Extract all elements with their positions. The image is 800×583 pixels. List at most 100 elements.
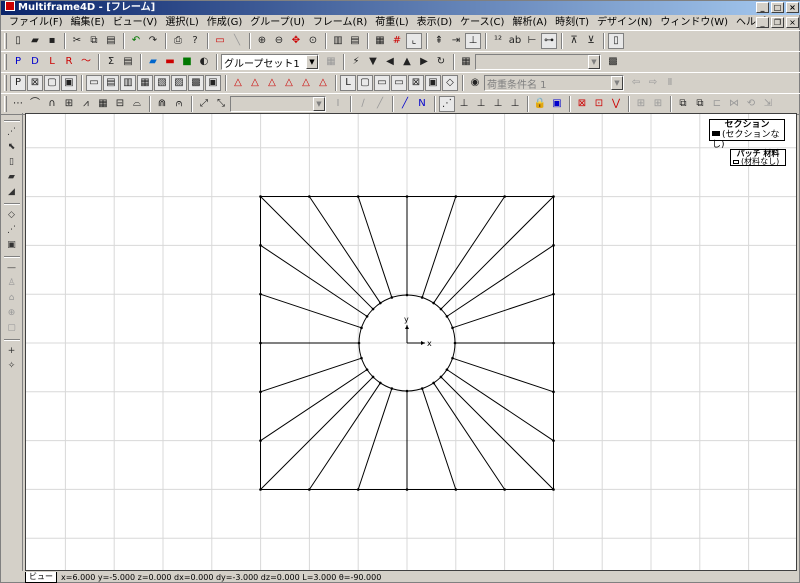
display-plan-icon[interactable]: ▥ <box>120 75 136 91</box>
section-dropdown[interactable]: ▼ <box>230 96 326 112</box>
doc-minimize-icon[interactable]: _ <box>756 17 769 28</box>
star-node-icon[interactable]: ✧ <box>4 359 20 373</box>
zoom-extents-icon[interactable]: ⊙ <box>305 33 321 49</box>
node-snap-icon[interactable]: ⋰ <box>439 96 455 112</box>
display-plot-icon[interactable]: P <box>10 75 26 91</box>
section-view-icon[interactable]: ▬ <box>162 54 178 70</box>
select-diagonal-icon[interactable]: ⊠ <box>574 96 590 112</box>
display-3d-icon[interactable]: ▨ <box>171 75 187 91</box>
maximize-icon[interactable]: □ <box>771 2 784 13</box>
warning-icon[interactable]: △ <box>315 75 331 91</box>
member-arc-icon[interactable]: ⌒ <box>27 96 43 112</box>
line-tool-icon[interactable]: ╲ <box>229 33 245 49</box>
frame-bay-icon[interactable]: ⊞ <box>61 96 77 112</box>
node-pair-icon[interactable]: ⋰ <box>4 223 20 237</box>
eraser-icon[interactable]: ◇ <box>4 208 20 222</box>
warning-icon[interactable]: △ <box>230 75 246 91</box>
show-nodes-icon[interactable]: ⇞ <box>431 33 447 49</box>
grid-icon[interactable]: ▦ <box>372 33 388 49</box>
load-case-icon[interactable]: ◉ <box>467 75 483 91</box>
label-box-icon[interactable]: ▢ <box>357 75 373 91</box>
lock-icon[interactable]: 🔒 <box>532 96 548 112</box>
minimize-icon[interactable]: _ <box>756 2 769 13</box>
mirror-icon[interactable]: ⋈ <box>726 96 742 112</box>
menu-group[interactable]: グループ(U) <box>246 16 309 30</box>
shaded-view-icon[interactable]: ■ <box>179 54 195 70</box>
angle-icon[interactable]: ∕ <box>355 96 371 112</box>
menu-display[interactable]: 表示(D) <box>413 16 457 30</box>
chevron-down-icon[interactable]: ▼ <box>611 76 623 90</box>
display-elevation-icon[interactable]: ▤ <box>103 75 119 91</box>
label-value-icon[interactable]: ▭ <box>374 75 390 91</box>
target-icon[interactable]: ⊕ <box>4 306 20 320</box>
toolbar-grip[interactable] <box>4 75 7 91</box>
frame-view-icon[interactable]: P <box>10 54 26 70</box>
portal-icon[interactable]: ⋒ <box>154 96 170 112</box>
restraint-icon[interactable]: ⊼ <box>566 33 582 49</box>
node-width-icon[interactable]: ⊥ <box>490 96 506 112</box>
group-grid-icon[interactable]: ▦ <box>323 54 339 70</box>
toolbar-grip[interactable] <box>4 54 7 70</box>
diagonal-select-icon[interactable]: ⤢ <box>196 96 212 112</box>
menu-file[interactable]: ファイル(F) <box>5 16 67 30</box>
box-icon[interactable]: ▢ <box>4 321 20 335</box>
view-tab[interactable]: ビュー <box>25 571 57 583</box>
rotate-icon[interactable]: ⟲ <box>743 96 759 112</box>
member-ends-icon[interactable]: ⊶ <box>541 33 557 49</box>
house-icon[interactable]: ⌂ <box>4 291 20 305</box>
load-bolt-icon[interactable]: ⚡ <box>348 54 364 70</box>
label-block-icon[interactable]: ▣ <box>425 75 441 91</box>
split-horizontal-icon[interactable]: ▤ <box>347 33 363 49</box>
menu-time[interactable]: 時刻(T) <box>551 16 593 30</box>
display-mesh-icon[interactable]: ⊠ <box>27 75 43 91</box>
duplicate-icon[interactable]: ⧉ <box>692 96 708 112</box>
select-all-icon[interactable]: ⊡ <box>591 96 607 112</box>
warning-icon[interactable]: △ <box>281 75 297 91</box>
new-file-icon[interactable]: ▯ <box>10 33 26 49</box>
report-view-icon[interactable]: Σ <box>103 54 119 70</box>
pan-icon[interactable]: ✥ <box>288 33 304 49</box>
result-view-icon[interactable]: R <box>61 54 77 70</box>
display-side-icon[interactable]: ▦ <box>137 75 153 91</box>
perspective-view-icon[interactable]: ◐ <box>196 54 212 70</box>
case-grid-icon[interactable]: ▩ <box>605 54 621 70</box>
grid-options-icon[interactable]: ⊞ <box>650 96 666 112</box>
member-arch-icon[interactable]: ∩ <box>44 96 60 112</box>
node-dim-icon[interactable]: ⊥ <box>473 96 489 112</box>
display-split-icon[interactable]: ▣ <box>61 75 77 91</box>
case-dropdown[interactable]: ▼ <box>475 54 601 70</box>
display-frame-icon[interactable]: ▭ <box>86 75 102 91</box>
menu-window[interactable]: ウィンドウ(W) <box>656 16 732 30</box>
spring-icon[interactable]: ⊻ <box>583 33 599 49</box>
load-up-icon[interactable]: ▲ <box>399 54 415 70</box>
snap-grid-icon[interactable]: # <box>389 33 405 49</box>
node-line-icon[interactable]: ⊥ <box>456 96 472 112</box>
plot-view-icon[interactable]: 〜 <box>78 54 94 70</box>
load-view-icon[interactable]: L <box>44 54 60 70</box>
node-height-icon[interactable]: ⊥ <box>507 96 523 112</box>
arch-truss-icon[interactable]: ⌓ <box>129 96 145 112</box>
pointer-node-icon[interactable]: ⋰ <box>4 125 20 139</box>
chevron-down-icon[interactable]: ▼ <box>588 55 600 69</box>
menu-load[interactable]: 荷重(L) <box>371 16 412 30</box>
load-down-icon[interactable]: ▼ <box>365 54 381 70</box>
axes-icon[interactable]: ⌞ <box>406 33 422 49</box>
load-left-icon[interactable]: ◀ <box>382 54 398 70</box>
chevron-down-icon[interactable]: ▼ <box>313 97 325 111</box>
move-icon[interactable]: ⇲ <box>760 96 776 112</box>
show-local-axes-icon[interactable]: ⊥ <box>465 33 481 49</box>
menu-analyze[interactable]: 解析(A) <box>508 16 551 30</box>
load-moment-icon[interactable]: ↻ <box>433 54 449 70</box>
label-member-icon[interactable]: ▭ <box>391 75 407 91</box>
menu-case[interactable]: ケース(C) <box>456 16 508 30</box>
member-line-icon[interactable]: ⋯ <box>10 96 26 112</box>
previous-case-icon[interactable]: ⇦ <box>628 75 644 91</box>
menu-edit[interactable]: 編集(E) <box>67 16 109 30</box>
extrude-icon[interactable]: ⊏ <box>709 96 725 112</box>
copy-icon[interactable]: ⧉ <box>86 33 102 49</box>
display-cells-icon[interactable]: ▢ <box>44 75 60 91</box>
menu-frame[interactable]: フレーム(R) <box>309 16 371 30</box>
label-cross-icon[interactable]: ⊠ <box>408 75 424 91</box>
group-set-dropdown[interactable]: グループセット1 ▼ <box>221 54 319 70</box>
select-member-icon[interactable]: ⬉ <box>4 140 20 154</box>
